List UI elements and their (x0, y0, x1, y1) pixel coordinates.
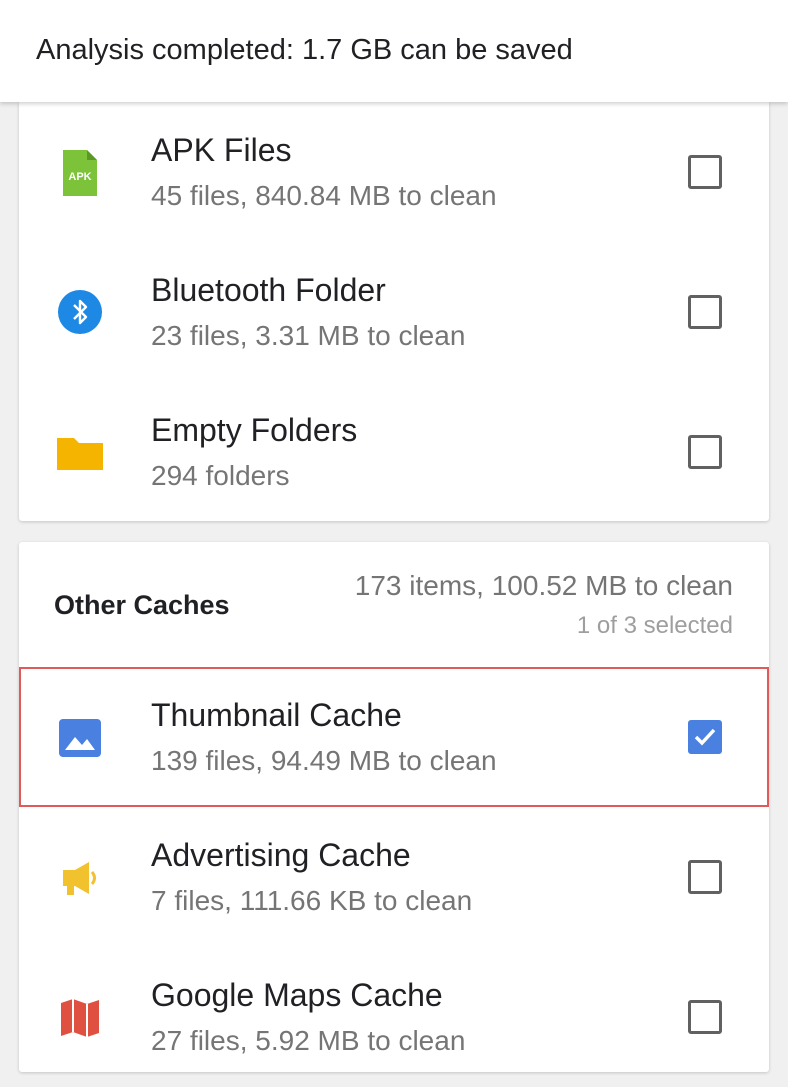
advertising-cache-checkbox[interactable] (688, 860, 722, 894)
top-bar: Analysis completed: 1.7 GB can be saved (0, 0, 788, 102)
item-label: Empty Folders (151, 412, 358, 448)
item-label: Google Maps Cache (151, 977, 443, 1013)
bluetooth-icon (58, 290, 102, 334)
junk-files-card: APK APK Files 45 files, 840.84 MB to cle… (19, 102, 769, 521)
other-caches-card: Other Caches 173 items, 100.52 MB to cle… (19, 542, 769, 1072)
bluetooth-folder-checkbox[interactable] (688, 295, 722, 329)
list-item-apk-files[interactable]: APK APK Files 45 files, 840.84 MB to cle… (19, 102, 769, 242)
item-label: Bluetooth Folder (151, 272, 386, 308)
list-item-bluetooth-folder[interactable]: Bluetooth Folder 23 files, 3.31 MB to cl… (19, 242, 769, 382)
check-icon (694, 728, 716, 746)
item-detail: 294 folders (151, 460, 290, 491)
section-title: Other Caches (54, 590, 230, 620)
svg-text:APK: APK (68, 171, 91, 183)
selected-count: 1 of 3 selected (576, 612, 733, 639)
list-item-google-maps-cache[interactable]: Google Maps Cache 27 files, 5.92 MB to c… (19, 947, 769, 1087)
list-item-advertising-cache[interactable]: Advertising Cache 7 files, 111.66 KB to … (19, 807, 769, 947)
section-summary: 173 items, 100.52 MB to clean (354, 570, 733, 601)
empty-folders-checkbox[interactable] (688, 435, 722, 469)
folder-icon (57, 438, 103, 470)
other-caches-header[interactable]: Other Caches 173 items, 100.52 MB to cle… (19, 542, 769, 668)
item-detail: 7 files, 111.66 KB to clean (151, 885, 473, 916)
megaphone-icon (63, 862, 96, 895)
item-detail: 27 files, 5.92 MB to clean (151, 1025, 466, 1056)
list-item-empty-folders[interactable]: Empty Folders 294 folders (19, 382, 769, 522)
map-icon (61, 999, 99, 1037)
item-detail: 23 files, 3.31 MB to clean (151, 320, 466, 351)
apk-file-icon: APK (63, 150, 97, 196)
analysis-status-title: Analysis completed: 1.7 GB can be saved (36, 34, 573, 66)
item-label: Thumbnail Cache (151, 697, 402, 733)
image-icon (59, 719, 101, 757)
item-detail: 139 files, 94.49 MB to clean (151, 745, 497, 776)
thumbnail-cache-checkbox[interactable] (688, 720, 722, 754)
item-label: Advertising Cache (151, 837, 411, 873)
item-detail: 45 files, 840.84 MB to clean (151, 180, 497, 211)
list-item-thumbnail-cache[interactable]: Thumbnail Cache 139 files, 94.49 MB to c… (19, 667, 769, 807)
apk-files-checkbox[interactable] (688, 155, 722, 189)
item-label: APK Files (151, 132, 292, 168)
google-maps-cache-checkbox[interactable] (688, 1000, 722, 1034)
